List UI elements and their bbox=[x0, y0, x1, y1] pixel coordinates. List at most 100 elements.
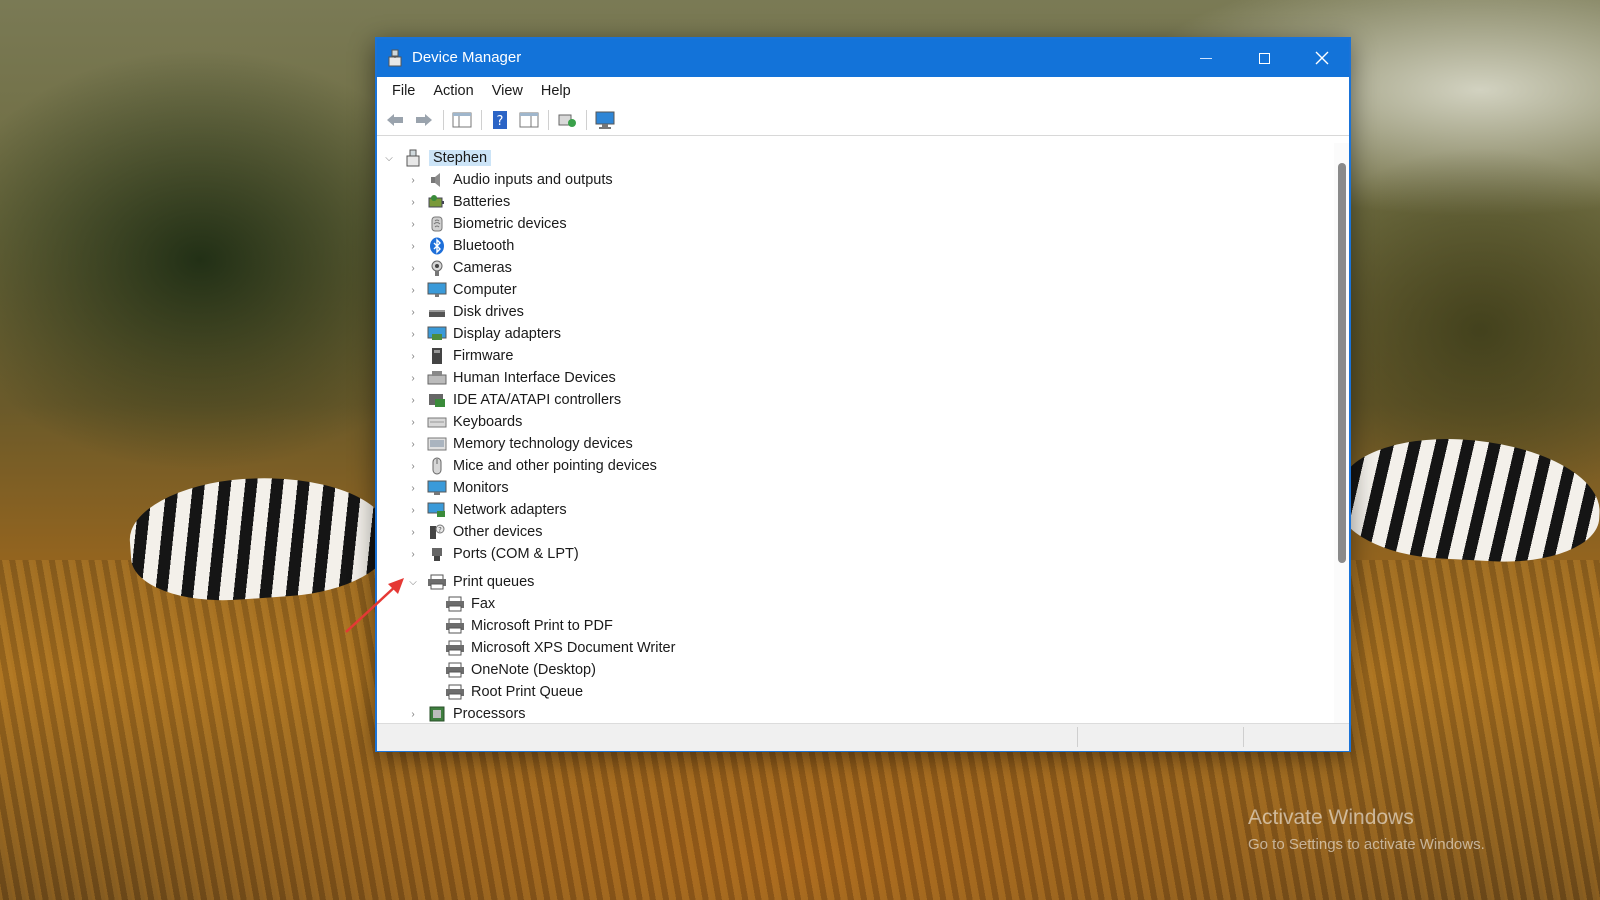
speaker-icon bbox=[427, 170, 447, 190]
expand-chevron-icon[interactable]: › bbox=[407, 504, 419, 516]
show-hide-console-tree-button[interactable] bbox=[450, 109, 474, 131]
tree-item-memory-technology-devices[interactable]: › Memory technology devices bbox=[407, 433, 633, 455]
tree-item-keyboards[interactable]: › Keyboards bbox=[407, 411, 522, 433]
maximize-button[interactable] bbox=[1235, 39, 1293, 77]
tree-item-disk-drives[interactable]: › Disk drives bbox=[407, 301, 524, 323]
expand-chevron-icon[interactable]: › bbox=[407, 460, 419, 472]
tree-item-label: Disk drives bbox=[453, 304, 524, 320]
print-queue-label: Fax bbox=[471, 596, 496, 612]
close-icon bbox=[1315, 51, 1329, 65]
tree-root-row[interactable]: ⌵ Stephen bbox=[383, 147, 492, 169]
toolbar-separator bbox=[548, 110, 549, 130]
tree-item-network-adapters[interactable]: › Network adapters bbox=[407, 499, 567, 521]
menu-action[interactable]: Action bbox=[424, 83, 482, 99]
camera-icon bbox=[427, 258, 447, 278]
update-driver-icon bbox=[558, 114, 576, 127]
expand-chevron-icon[interactable]: › bbox=[407, 306, 419, 318]
printer-icon bbox=[445, 638, 465, 658]
tree-item-audio-inputs-and-outputs[interactable]: › Audio inputs and outputs bbox=[407, 169, 612, 191]
tree-item-display-adapters[interactable]: › Display adapters bbox=[407, 323, 561, 345]
print-queue-item[interactable]: Root Print Queue bbox=[431, 681, 583, 703]
expand-chevron-icon[interactable]: › bbox=[407, 416, 419, 428]
properties-button[interactable] bbox=[517, 109, 541, 131]
tree-item-label: Bluetooth bbox=[453, 238, 515, 254]
expand-chevron-icon[interactable]: › bbox=[407, 174, 419, 186]
menu-file[interactable]: File bbox=[383, 83, 424, 99]
computer-root-icon bbox=[403, 148, 423, 168]
port-icon bbox=[427, 544, 447, 564]
device-manager-window[interactable]: Device Manager File Action View Help ? ⌵… bbox=[375, 37, 1351, 752]
device-tree[interactable]: ⌵ Stephen › Audio inputs and outputs › Batt… bbox=[377, 143, 1335, 723]
expand-chevron-icon[interactable]: › bbox=[407, 438, 419, 450]
expand-chevron-icon[interactable]: › bbox=[407, 482, 419, 494]
tree-item-ide-ata-atapi-controllers[interactable]: › IDE ATA/ATAPI controllers bbox=[407, 389, 621, 411]
scan-hardware-icon bbox=[595, 111, 615, 129]
expand-chevron-icon[interactable]: › bbox=[407, 372, 419, 384]
forward-button[interactable] bbox=[412, 109, 436, 131]
print-queue-label: Root Print Queue bbox=[471, 684, 584, 700]
annotation-arrow bbox=[345, 578, 404, 633]
tree-item-mice-and-other-pointing-devices[interactable]: › Mice and other pointing devices bbox=[407, 455, 657, 477]
minimize-button[interactable] bbox=[1177, 39, 1235, 77]
expand-chevron-icon[interactable]: › bbox=[407, 548, 419, 560]
collapse-chevron-icon[interactable]: ⌵ bbox=[383, 152, 395, 164]
expand-chevron-icon[interactable]: › bbox=[407, 328, 419, 340]
help-button[interactable]: ? bbox=[488, 109, 512, 131]
monitor-icon bbox=[427, 478, 447, 498]
expand-chevron-icon[interactable]: › bbox=[407, 196, 419, 208]
mouse-icon bbox=[427, 456, 447, 476]
svg-text:?: ? bbox=[438, 526, 442, 534]
printer-icon bbox=[445, 660, 465, 680]
printer-icon bbox=[427, 572, 447, 592]
tree-item-human-interface-devices[interactable]: › Human Interface Devices bbox=[407, 367, 616, 389]
close-button[interactable] bbox=[1293, 39, 1351, 77]
expand-chevron-icon[interactable]: › bbox=[407, 394, 419, 406]
expand-chevron-icon[interactable]: › bbox=[407, 350, 419, 362]
update-driver-button[interactable] bbox=[555, 109, 579, 131]
maximize-icon bbox=[1258, 52, 1270, 64]
expand-chevron-icon[interactable]: › bbox=[407, 262, 419, 274]
tree-item-processors[interactable]: › Processors bbox=[407, 703, 525, 723]
display-adapter-icon bbox=[427, 324, 447, 344]
watermark-title: Activate Windows bbox=[1248, 806, 1414, 829]
tree-item-monitors[interactable]: › Monitors bbox=[407, 477, 508, 499]
scan-hardware-button[interactable] bbox=[593, 109, 617, 131]
scrollbar-thumb[interactable] bbox=[1338, 163, 1346, 563]
firmware-icon bbox=[427, 346, 447, 366]
menu-bar: File Action View Help bbox=[377, 77, 1349, 105]
tree-item-label: Computer bbox=[453, 282, 517, 298]
print-queue-label: Microsoft Print to PDF bbox=[471, 618, 613, 634]
print-queue-item[interactable]: Fax bbox=[431, 593, 495, 615]
tree-item-bluetooth[interactable]: › Bluetooth bbox=[407, 235, 514, 257]
menu-help[interactable]: Help bbox=[532, 83, 580, 99]
tree-item-label: Human Interface Devices bbox=[453, 370, 616, 386]
expand-chevron-icon[interactable]: › bbox=[407, 708, 419, 720]
tree-item-label: Mice and other pointing devices bbox=[453, 458, 657, 474]
tree-item-label: Memory technology devices bbox=[453, 436, 633, 452]
tree-item-ports-com-lpt[interactable]: › Ports (COM & LPT) bbox=[407, 543, 579, 565]
vertical-scrollbar[interactable] bbox=[1334, 143, 1349, 723]
tree-item-batteries[interactable]: › Batteries bbox=[407, 191, 510, 213]
tree-item-other-devices[interactable]: ›? Other devices bbox=[407, 521, 542, 543]
expand-chevron-icon[interactable]: › bbox=[407, 240, 419, 252]
tree-item-label: Other devices bbox=[453, 524, 543, 540]
print-queue-item[interactable]: Microsoft Print to PDF bbox=[431, 615, 613, 637]
expand-chevron-icon[interactable]: › bbox=[407, 218, 419, 230]
tree-item-label: Ports (COM & LPT) bbox=[453, 546, 579, 562]
tree-item-cameras[interactable]: › Cameras bbox=[407, 257, 512, 279]
svg-text:?: ? bbox=[497, 114, 504, 129]
tree-item-label: Keyboards bbox=[453, 414, 523, 430]
activate-windows-watermark: Activate Windows Go to Settings to activ… bbox=[1248, 806, 1485, 853]
print-queue-item[interactable]: OneNote (Desktop) bbox=[431, 659, 596, 681]
tree-item-biometric-devices[interactable]: › Biometric devices bbox=[407, 213, 567, 235]
print-queue-item[interactable]: Microsoft XPS Document Writer bbox=[431, 637, 675, 659]
expand-chevron-icon[interactable]: › bbox=[407, 526, 419, 538]
tree-item-computer[interactable]: › Computer bbox=[407, 279, 517, 301]
tree-item-label: Network adapters bbox=[453, 502, 567, 518]
tree-item-firmware[interactable]: › Firmware bbox=[407, 345, 513, 367]
menu-view[interactable]: View bbox=[483, 83, 532, 99]
tree-item-label: Biometric devices bbox=[453, 216, 567, 232]
back-button[interactable] bbox=[383, 109, 407, 131]
expand-chevron-icon[interactable]: › bbox=[407, 284, 419, 296]
title-bar[interactable]: Device Manager bbox=[377, 39, 1349, 77]
